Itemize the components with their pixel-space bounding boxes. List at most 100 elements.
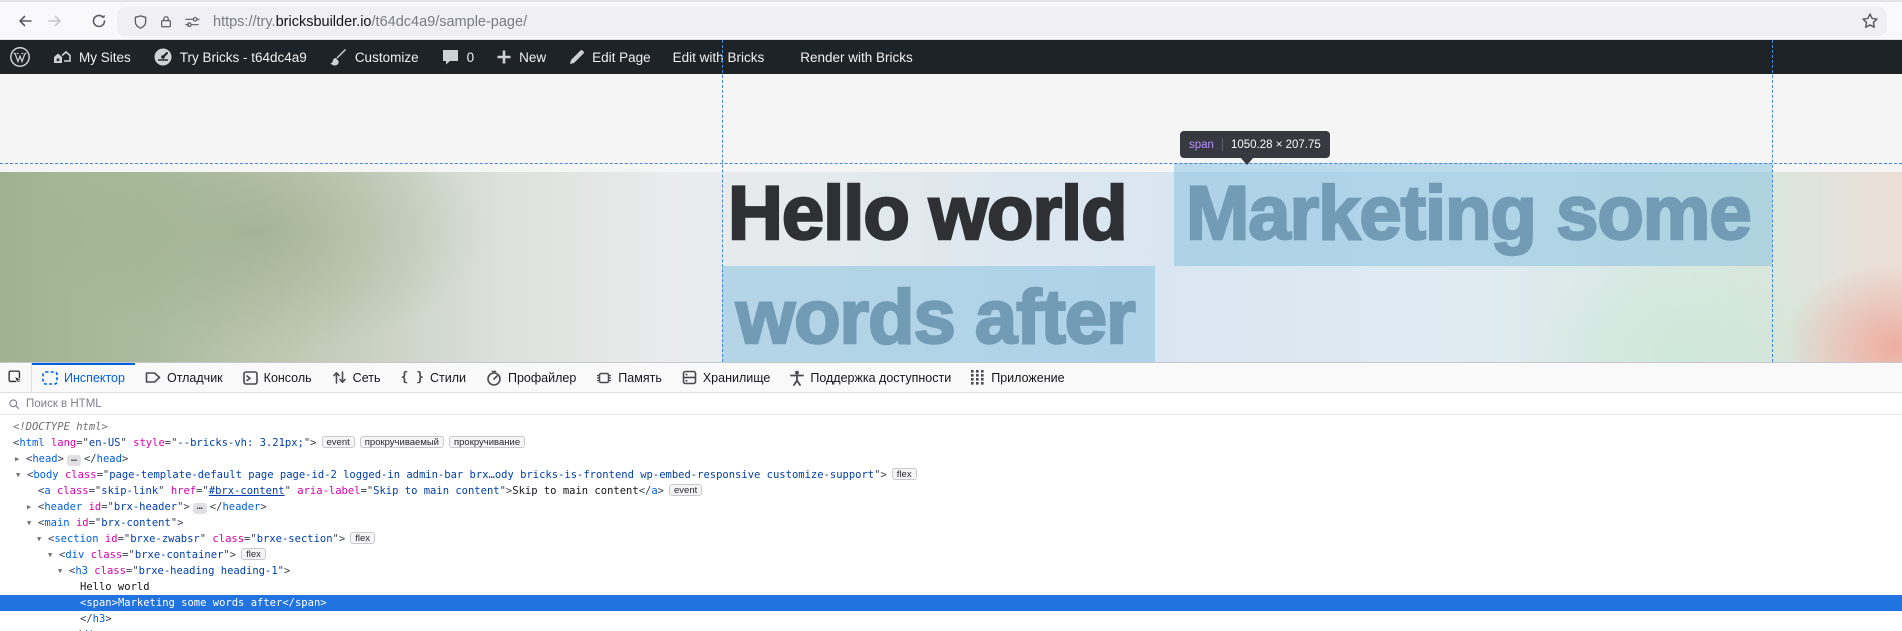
permissions-icon[interactable] [179, 13, 205, 31]
code-val: brx-header [113, 501, 178, 513]
code-val: page-template-default page page-id-2 log… [109, 469, 875, 481]
admin-bar-item-site-name[interactable]: Try Bricks - t64dc4a9 [142, 40, 318, 74]
tooltip-arrow [1240, 157, 1254, 165]
code-p: " [120, 437, 134, 449]
devtools-tab-application[interactable]: Приложение [961, 363, 1074, 392]
devtools-tab-network[interactable]: Сеть [322, 363, 391, 392]
lock-icon[interactable] [153, 13, 179, 31]
admin-bar-item-new[interactable]: New [485, 40, 557, 74]
code-badge: event [669, 484, 703, 496]
admin-bar-item-render-with-bricks[interactable]: Render with Bricks [789, 40, 924, 74]
code-val: Skip to main content [373, 485, 500, 497]
devtools-tab-styles[interactable]: { } Стили [390, 363, 476, 392]
tooltip-tag-name: span [1189, 138, 1214, 151]
code-tag: head [96, 453, 122, 465]
admin-bar-item-edit-with-bricks[interactable]: Edit with Bricks [662, 40, 776, 74]
pick-element-button[interactable] [0, 363, 32, 392]
admin-bar-item-my-sites[interactable]: My Sites [41, 40, 142, 74]
devtools-tab-label: Память [618, 370, 662, 385]
back-button[interactable] [10, 6, 40, 36]
tooltip-separator [1221, 138, 1223, 151]
admin-bar-label: Edit Page [592, 49, 651, 65]
code-p: =" [76, 437, 89, 449]
devtools-tab-storage[interactable]: Хранилище [672, 363, 781, 392]
code-tag: html [19, 437, 45, 449]
collapse-arrow-icon[interactable]: ▼ [37, 531, 41, 547]
tree-row[interactable]: ▶ <header id="brx-header">… </header> [0, 499, 1902, 515]
code-p: =" [117, 533, 131, 545]
code-p: "> [170, 517, 184, 529]
forward-button[interactable] [40, 6, 70, 36]
tree-row-selected[interactable]: <span>Marketing some words after</span> [0, 595, 1902, 611]
tree-row[interactable]: <html lang="en-US" style="--bricks-vh: 3… [0, 435, 1902, 451]
code-attr: style [133, 437, 165, 449]
code-p: </ [638, 485, 652, 497]
tree-row[interactable]: ▶ <head>… </head> [0, 451, 1902, 467]
comment-bubble-icon [441, 48, 460, 66]
code-p: =" [101, 501, 114, 513]
code-p: "> [303, 437, 317, 449]
code-tag: header [222, 501, 261, 513]
devtools-tab-accessibility[interactable]: Поддержка доступности [780, 363, 961, 392]
code-p: " [158, 485, 171, 497]
code-tag: h3 [75, 565, 88, 577]
admin-bar-label: Customize [354, 49, 419, 65]
profiler-icon [486, 370, 502, 386]
devtools-tab-console[interactable]: Консоль [233, 363, 322, 392]
inspector-tooltip: span 1050.28 × 207.75 [1180, 131, 1330, 165]
admin-bar-item-customize[interactable]: Customize [318, 40, 430, 74]
admin-bar-item-edit-page[interactable]: Edit Page [557, 40, 662, 74]
code-attr: lang [44, 437, 77, 449]
tree-row[interactable]: ▼ <section id="brxe-zwabsr" class="brxe-s… [0, 531, 1902, 547]
code-badge: прокручиваемый [359, 436, 444, 448]
devtools-tab-memory[interactable]: Память [586, 363, 672, 392]
code-doc: <!DOCTYPE html> [13, 421, 108, 433]
code-txt: Marketing some words after [117, 597, 283, 609]
tree-row[interactable]: ▼ <body class="page-template-default page… [0, 467, 1902, 483]
devtools-tab-label: Поддержка доступности [810, 370, 952, 385]
brush-icon [329, 48, 348, 67]
admin-bar-label: Render with Bricks [800, 49, 913, 65]
code-tag: div [65, 549, 85, 561]
tree-row[interactable]: Hello world [0, 579, 1902, 595]
tree-row[interactable]: </h3> [0, 611, 1902, 627]
code-attr: class [87, 565, 126, 577]
devtools-tab-debugger[interactable]: Отладчик [135, 363, 233, 392]
expand-arrow-icon[interactable]: ▶ [15, 451, 19, 467]
site-gauge-icon [153, 47, 173, 67]
code-p: > [320, 597, 327, 609]
collapse-arrow-icon[interactable]: ▼ [48, 547, 52, 563]
browser-toolbar: https://try.bricksbuilder.io/t64dc4a9/sa… [0, 0, 1902, 40]
url-bar[interactable]: https://try.bricksbuilder.io/t64dc4a9/sa… [117, 7, 1887, 36]
html-search-input[interactable]: Поиск в HTML [0, 394, 1902, 415]
admin-bar-label: New [519, 49, 547, 65]
url-text: https://try.bricksbuilder.io/t64dc4a9/sa… [213, 13, 528, 30]
collapse-arrow-icon[interactable]: ▼ [16, 467, 20, 483]
tree-row[interactable]: </div> [0, 627, 1902, 631]
code-val: brxe-heading heading-1 [138, 565, 278, 577]
code-val: brxe-zwabsr [130, 533, 200, 545]
collapse-arrow-icon[interactable]: ▼ [58, 563, 62, 579]
debugger-icon [145, 371, 161, 384]
tree-row[interactable]: <a class="skip-link" href="#brx-content"… [0, 483, 1902, 499]
bookmark-star-icon[interactable] [1861, 12, 1879, 35]
code-attr: class [212, 533, 245, 545]
code-p: =" [360, 485, 374, 497]
expand-arrow-icon[interactable]: ▶ [27, 499, 31, 515]
collapse-arrow-icon[interactable]: ▼ [27, 515, 31, 531]
admin-bar-item-comments[interactable]: 0 [430, 40, 486, 74]
devtools-tab-profiler[interactable]: Профайлер [476, 363, 586, 392]
code-p: > [657, 485, 664, 497]
tree-row[interactable]: ▼ <div class="brxe-container"> flex [0, 547, 1902, 563]
code-badge: flex [350, 532, 375, 544]
devtools-tab-bar: Инспектор Отладчик Консоль Сеть { } Стили Проф… [0, 363, 1902, 393]
devtools-tab-inspector[interactable]: Инспектор [32, 363, 135, 392]
shield-icon[interactable] [127, 13, 153, 31]
devtools-tab-label: Приложение [991, 370, 1065, 385]
reload-button[interactable] [84, 6, 114, 36]
code-p: "> [499, 485, 513, 497]
tree-row[interactable]: ▼ <main id="brx-content"> [0, 515, 1902, 531]
tree-row[interactable]: <!DOCTYPE html> [0, 419, 1902, 435]
admin-bar-item-wp-logo[interactable] [0, 40, 41, 74]
tree-row[interactable]: ▼ <h3 class="brxe-heading heading-1"> [0, 563, 1902, 579]
